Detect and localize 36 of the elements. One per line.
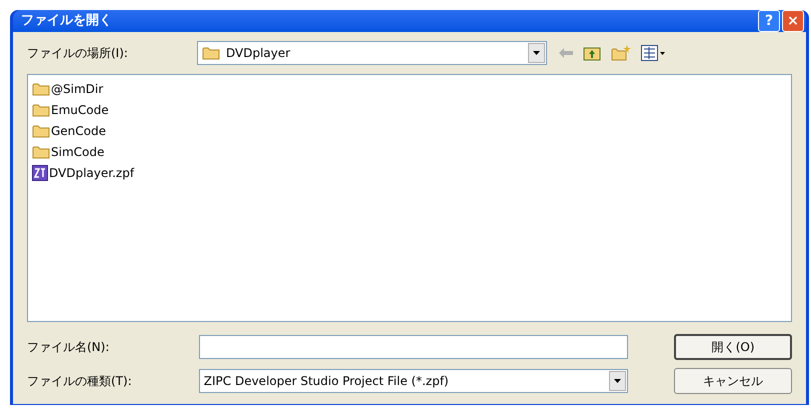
window-title: ファイルを開く	[21, 12, 112, 30]
folder-icon	[32, 124, 50, 138]
file-type-dropdown[interactable]: ZIPC Developer Studio Project File (*.zpf)	[198, 369, 628, 393]
caret-icon	[533, 51, 540, 55]
cancel-button[interactable]: キャンセル	[674, 368, 792, 394]
folder-icon	[32, 82, 50, 96]
up-folder-icon[interactable]	[583, 45, 601, 61]
file-name: EmuCode	[51, 102, 109, 118]
file-name-field[interactable]	[198, 335, 628, 359]
location-label: ファイルの場所(I):	[27, 45, 129, 62]
file-name: SimCode	[51, 144, 104, 160]
dropdown-button[interactable]	[528, 43, 545, 63]
file-name-label: ファイル名(N):	[27, 339, 110, 356]
help-button[interactable]: ?	[758, 10, 780, 32]
folder-icon	[32, 102, 50, 116]
open-button[interactable]: 開く(O)	[674, 334, 792, 360]
file-list-item[interactable]: GenCode	[32, 121, 787, 140]
project-file-icon	[32, 164, 48, 180]
file-type-value: ZIPC Developer Studio Project File (*.zpf)	[204, 373, 449, 390]
folder-icon	[32, 144, 50, 158]
folder-icon	[202, 46, 220, 60]
file-list-item[interactable]: EmuCode	[32, 100, 787, 119]
file-list-item[interactable]: SimCode	[32, 142, 787, 161]
location-dropdown[interactable]: DVDplayer	[197, 41, 547, 65]
file-name: GenCode	[51, 122, 106, 140]
caret-icon	[614, 379, 622, 383]
file-list-item[interactable]: @SimDir	[32, 79, 787, 98]
location-value: DVDplayer	[226, 45, 290, 62]
close-button[interactable]: ×	[782, 10, 804, 32]
dropdown-button[interactable]	[609, 371, 626, 391]
new-folder-icon[interactable]	[611, 45, 631, 61]
file-name: DVDplayer.zpf	[49, 164, 134, 182]
file-type-label: ファイルの種類(T):	[27, 373, 133, 390]
file-list-item[interactable]: DVDplayer.zpf	[32, 163, 787, 182]
view-menu-icon[interactable]	[641, 45, 665, 61]
file-name: @SimDir	[51, 80, 104, 98]
